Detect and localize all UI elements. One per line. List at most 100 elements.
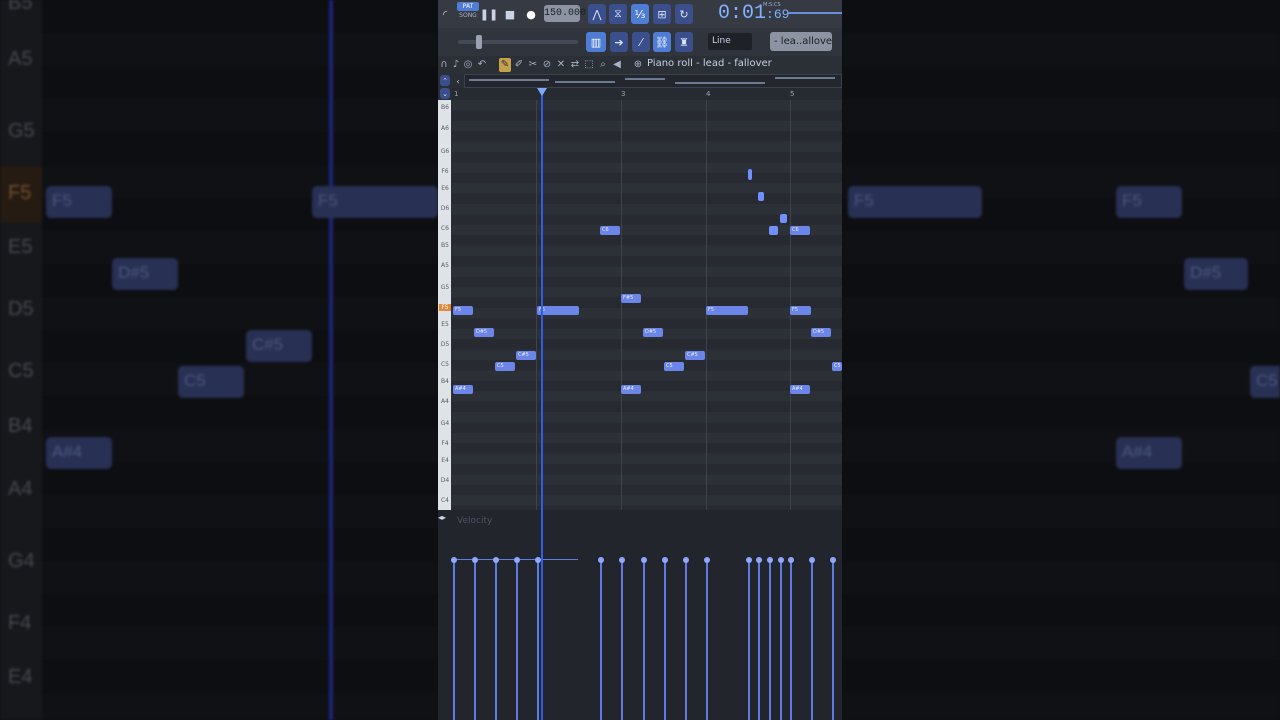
piano-keyboard[interactable]: B6 A6 G6 F6 E6 D6 C6 B5 A5 G5 F5 E5 D5 C…: [438, 100, 451, 510]
magnet-snap-icon[interactable]: ∩: [438, 58, 450, 72]
right-bg-dim: [842, 0, 1280, 720]
metronome-icon[interactable]: ⋀: [588, 4, 606, 24]
velocity-bar[interactable]: [643, 560, 645, 720]
note[interactable]: C#5: [685, 351, 705, 360]
velocity-bar[interactable]: [453, 560, 455, 720]
scissors-icon[interactable]: ✂: [527, 58, 539, 72]
key-label: E5: [441, 321, 449, 328]
slip-icon[interactable]: ⇄: [569, 58, 581, 72]
time-ruler[interactable]: [452, 88, 842, 100]
key-label: C6: [440, 225, 449, 232]
note[interactable]: F5: [790, 306, 811, 315]
arrow-icon[interactable]: ➔: [610, 32, 628, 52]
note[interactable]: [748, 169, 752, 180]
pattern-selector[interactable]: - lea..allover: [770, 32, 832, 51]
scroll-up-icon[interactable]: ⌃: [440, 75, 450, 86]
note[interactable]: [769, 226, 778, 235]
snap-dropdown[interactable]: Line: [708, 33, 752, 50]
slider-knob[interactable]: [476, 35, 482, 49]
piano-roll-menu-icon[interactable]: ⊕: [632, 58, 644, 72]
velocity-bar[interactable]: [811, 560, 813, 720]
note[interactable]: A#4: [621, 385, 641, 394]
velocity-bar[interactable]: [832, 560, 834, 720]
note[interactable]: F5: [537, 306, 579, 315]
left-zoomed-background: B5 A5 G5 F5 E5 D5 C5 B4 A4 G4 F4 E4 F5 F…: [0, 0, 438, 720]
note[interactable]: A#4: [453, 385, 473, 394]
pencil-icon[interactable]: ✎: [499, 58, 511, 72]
velocity-bar[interactable]: [537, 560, 539, 720]
mixer-icon[interactable]: ♜: [675, 32, 693, 52]
note[interactable]: C6: [600, 226, 620, 235]
pattern-overview[interactable]: [464, 74, 842, 88]
pause-icon[interactable]: ❚❚: [480, 4, 498, 24]
piano-roll-icon[interactable]: ▥: [586, 32, 606, 52]
velocity-bar[interactable]: [495, 560, 497, 720]
velocity-bar[interactable]: [748, 560, 750, 720]
chevron-left-icon[interactable]: ‹: [454, 76, 462, 86]
velocity-bar[interactable]: [758, 560, 760, 720]
velocity-bar[interactable]: [790, 560, 792, 720]
note[interactable]: D#5: [474, 328, 494, 337]
note[interactable]: C5: [495, 362, 515, 371]
velocity-bar[interactable]: [516, 560, 518, 720]
playhead[interactable]: [541, 88, 543, 720]
note[interactable]: F#5: [621, 294, 641, 303]
undo-icon[interactable]: ↶: [476, 58, 488, 72]
key-label: B4: [441, 378, 449, 385]
tempo-display[interactable]: 150.000: [544, 5, 586, 22]
note[interactable]: D#5: [811, 328, 831, 337]
right-zoomed-background: F5 F5 D#5 C5 A#4: [842, 0, 1280, 720]
velocity-menu-icon[interactable]: ◂▸: [438, 513, 452, 529]
select-icon[interactable]: ⬚: [583, 58, 595, 72]
key-label: D4: [440, 477, 450, 484]
loop-record-icon[interactable]: ↻: [675, 4, 693, 24]
ruler-bar-number: 3: [621, 90, 626, 98]
record-icon[interactable]: ●: [524, 4, 538, 24]
key-label: D5: [440, 341, 450, 348]
velocity-bar[interactable]: [474, 560, 476, 720]
note[interactable]: C6: [790, 226, 810, 235]
velocity-bar[interactable]: [685, 560, 687, 720]
scroll-down-icon[interactable]: ⌄: [440, 88, 450, 99]
paint-icon[interactable]: ✐: [513, 58, 525, 72]
note[interactable]: D#5: [643, 328, 663, 337]
target-icon[interactable]: ◎: [462, 58, 474, 72]
note[interactable]: A#4: [790, 385, 810, 394]
step-edit-icon[interactable]: ⊞: [653, 4, 671, 24]
link-icon[interactable]: ⛓: [653, 32, 671, 52]
ruler-bar-number: 1: [454, 90, 459, 98]
fl-studio-window: ◜ PAT SONG ❚❚ ■ ● 150.000 ⋀ ⧖ ⅓ ⊞ ↻ 0:01…: [438, 0, 842, 720]
pat-song-toggle[interactable]: PAT SONG: [457, 2, 479, 24]
mute-icon[interactable]: ✕: [555, 58, 567, 72]
cpu-meter: [788, 12, 842, 14]
key-label: F6: [441, 168, 449, 175]
note-icon[interactable]: ♪: [450, 58, 462, 72]
velocity-bar[interactable]: [706, 560, 708, 720]
note-grid[interactable]: [452, 100, 842, 510]
note[interactable]: C#5: [516, 351, 536, 360]
note[interactable]: C5: [664, 362, 684, 371]
note[interactable]: F5: [453, 306, 473, 315]
velocity-label: Velocity: [457, 516, 493, 526]
key-label: G6: [440, 148, 450, 155]
menu-arc-icon[interactable]: ◜: [438, 4, 452, 24]
speaker-icon[interactable]: ◀: [611, 58, 623, 72]
zoom-icon[interactable]: ⌕: [597, 58, 609, 72]
stop-icon[interactable]: ■: [503, 4, 517, 24]
key-label: E6: [441, 185, 449, 192]
velocity-bar[interactable]: [664, 560, 666, 720]
note[interactable]: [780, 214, 787, 223]
velocity-bar[interactable]: [600, 560, 602, 720]
velocity-bar[interactable]: [769, 560, 771, 720]
note[interactable]: C5: [832, 362, 842, 371]
velocity-bar[interactable]: [621, 560, 623, 720]
brush-icon[interactable]: ⁄: [632, 32, 650, 52]
note[interactable]: [758, 192, 764, 201]
wait-icon[interactable]: ⧖: [609, 4, 627, 24]
key-label-highlighted: F5: [439, 304, 451, 311]
key-label: D6: [440, 205, 450, 212]
delete-icon[interactable]: ⊘: [541, 58, 553, 72]
velocity-bar[interactable]: [780, 560, 782, 720]
note[interactable]: F5: [706, 306, 748, 315]
countdown-icon[interactable]: ⅓: [631, 4, 649, 24]
